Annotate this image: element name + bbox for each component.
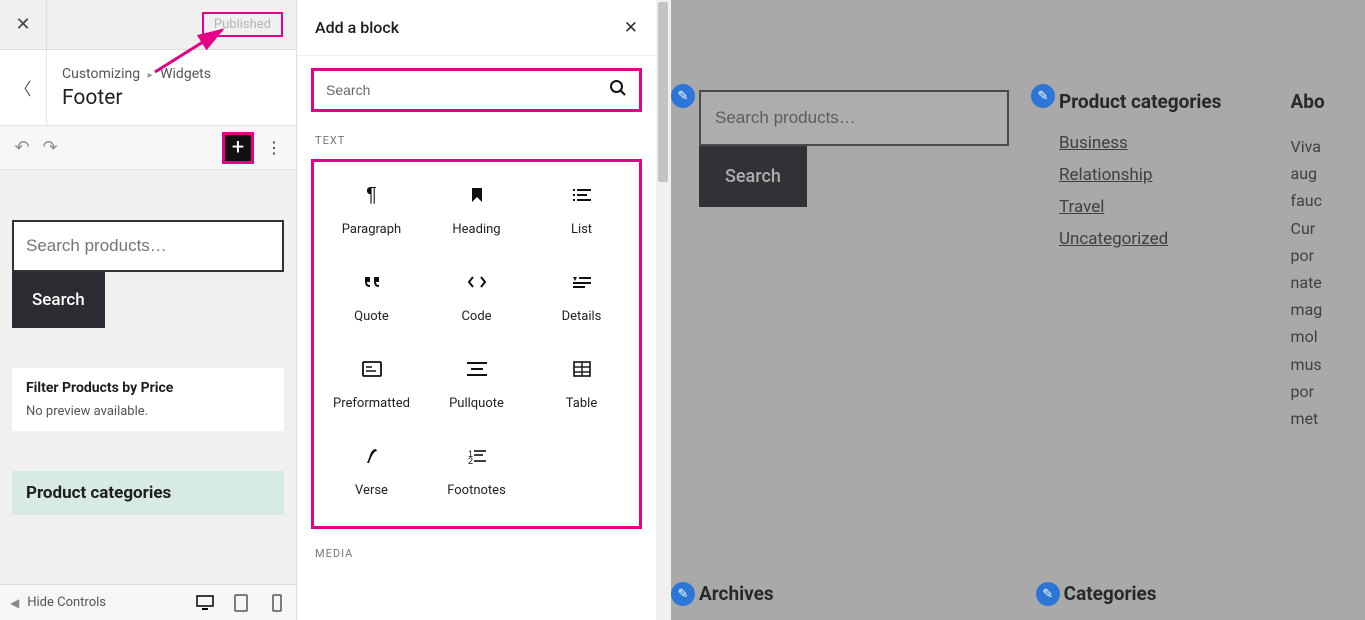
chevron-left-icon: 〈 (15, 75, 32, 100)
close-icon: ✕ (624, 18, 638, 38)
search-button[interactable]: Search (12, 272, 105, 328)
pullquote-block-icon (463, 358, 491, 380)
pencil-icon: ✎ (678, 587, 689, 602)
edit-widget-shortcut[interactable]: ✎ (1036, 582, 1060, 606)
edit-widget-shortcut[interactable]: ✎ (1031, 84, 1055, 108)
undo-button[interactable]: ↶ (8, 134, 36, 162)
back-button[interactable]: 〈 (0, 50, 47, 126)
block-label: Paragraph (342, 222, 401, 237)
block-option-quote[interactable]: Quote (322, 261, 421, 334)
product-categories-heading[interactable]: Product categories (12, 471, 284, 515)
inserter-title: Add a block (315, 18, 624, 37)
preview-dim-overlay (671, 0, 1365, 620)
section-label-text: TEXT (297, 126, 656, 155)
block-option-code[interactable]: Code (427, 261, 526, 334)
edit-widget-shortcut[interactable]: ✎ (671, 84, 695, 108)
plus-icon: + (232, 137, 244, 159)
block-option-details[interactable]: Details (532, 261, 631, 334)
pencil-icon: ✎ (1038, 89, 1049, 104)
footnotes-block-icon: 12 (463, 445, 491, 467)
block-option-heading[interactable]: Heading (427, 174, 526, 247)
mobile-preview-button[interactable] (268, 594, 286, 612)
block-label: Table (566, 396, 597, 411)
verse-block-icon (358, 445, 386, 467)
paragraph-block-icon: ¶ (358, 184, 386, 206)
chevron-right-icon: ▸ (148, 70, 153, 81)
site-preview: ✎ Search ✎ Product categories BusinessRe… (671, 0, 1365, 620)
heading-block-icon (463, 184, 491, 206)
pencil-icon: ✎ (1042, 587, 1053, 602)
filter-products-widget[interactable]: Filter Products by Price No preview avai… (12, 368, 284, 431)
hide-controls-button[interactable]: ◀ Hide Controls (10, 595, 106, 610)
breadcrumb-row: 〈 Customizing ▸ Widgets Footer (0, 50, 296, 126)
block-label: Heading (452, 222, 500, 237)
details-block-icon (568, 271, 596, 293)
kebab-icon: ⋮ (266, 138, 282, 157)
customizer-topbar: ✕ Published (0, 0, 296, 50)
scrollbar-thumb[interactable] (658, 2, 668, 182)
inserter-header: Add a block ✕ (297, 0, 656, 56)
text-blocks-grid: ¶ Paragraph Heading List Quote Code Details Pre… (311, 159, 642, 529)
pencil-icon: ✎ (678, 89, 689, 104)
block-option-preformatted[interactable]: Preformatted (322, 348, 421, 421)
block-label: Verse (355, 483, 388, 498)
inserter-scrollbar[interactable] (656, 0, 670, 620)
customizer-bottom-bar: ◀ Hide Controls (0, 584, 296, 620)
section-label-media: MEDIA (297, 539, 656, 568)
table-block-icon (568, 358, 596, 380)
block-option-pullquote[interactable]: Pullquote (427, 348, 526, 421)
product-search-input[interactable] (14, 222, 282, 270)
block-option-paragraph[interactable]: ¶ Paragraph (322, 174, 421, 247)
close-inserter-button[interactable]: ✕ (624, 18, 638, 38)
block-label: List (571, 222, 592, 237)
block-label: Details (562, 309, 602, 324)
block-inserter-panel: Add a block ✕ TEXT ¶ Paragraph Heading List… (297, 0, 657, 620)
preformatted-block-icon (358, 358, 386, 380)
desktop-preview-button[interactable] (196, 594, 214, 612)
code-block-icon (463, 271, 491, 293)
tablet-preview-button[interactable] (232, 594, 250, 612)
publish-status-button[interactable]: Published (202, 12, 283, 37)
edit-widget-shortcut[interactable]: ✎ (671, 582, 695, 606)
breadcrumb-widgets[interactable]: Widgets (160, 66, 211, 82)
block-label: Quote (354, 309, 389, 324)
block-label: Footnotes (447, 483, 506, 498)
block-search-input[interactable] (326, 71, 609, 109)
block-option-table[interactable]: Table (532, 348, 631, 421)
editor-toolbar: ↶ ↷ + ⋮ (0, 126, 296, 170)
redo-button[interactable]: ↷ (36, 134, 64, 162)
block-label: Preformatted (333, 396, 410, 411)
customizer-panel: ✕ Published 〈 Customizing ▸ Widgets Foot… (0, 0, 297, 620)
block-option-list[interactable]: List (532, 174, 631, 247)
close-icon: ✕ (15, 14, 30, 35)
collapse-left-icon: ◀ (10, 596, 19, 610)
filter-products-title: Filter Products by Price (26, 380, 270, 396)
breadcrumb-root[interactable]: Customizing (62, 66, 140, 82)
page-title: Footer (62, 86, 211, 110)
close-customizer-button[interactable]: ✕ (0, 0, 47, 49)
block-option-verse[interactable]: Verse (322, 435, 421, 508)
search-icon (609, 79, 627, 101)
block-option-footnotes[interactable]: 12 Footnotes (427, 435, 526, 508)
add-block-button[interactable]: + (222, 132, 254, 164)
svg-text:2: 2 (468, 456, 473, 464)
more-options-button[interactable]: ⋮ (260, 134, 288, 162)
block-search-wrap (311, 68, 642, 112)
list-block-icon (568, 184, 596, 206)
breadcrumb: Customizing ▸ Widgets (62, 66, 211, 82)
block-label: Pullquote (449, 396, 504, 411)
product-search-block[interactable] (12, 220, 284, 272)
hide-controls-label: Hide Controls (27, 595, 106, 610)
block-label: Code (461, 309, 491, 324)
quote-block-icon (358, 271, 386, 293)
filter-products-note: No preview available. (26, 404, 270, 419)
widget-editor-area[interactable]: Search Filter Products by Price No previ… (0, 170, 296, 584)
